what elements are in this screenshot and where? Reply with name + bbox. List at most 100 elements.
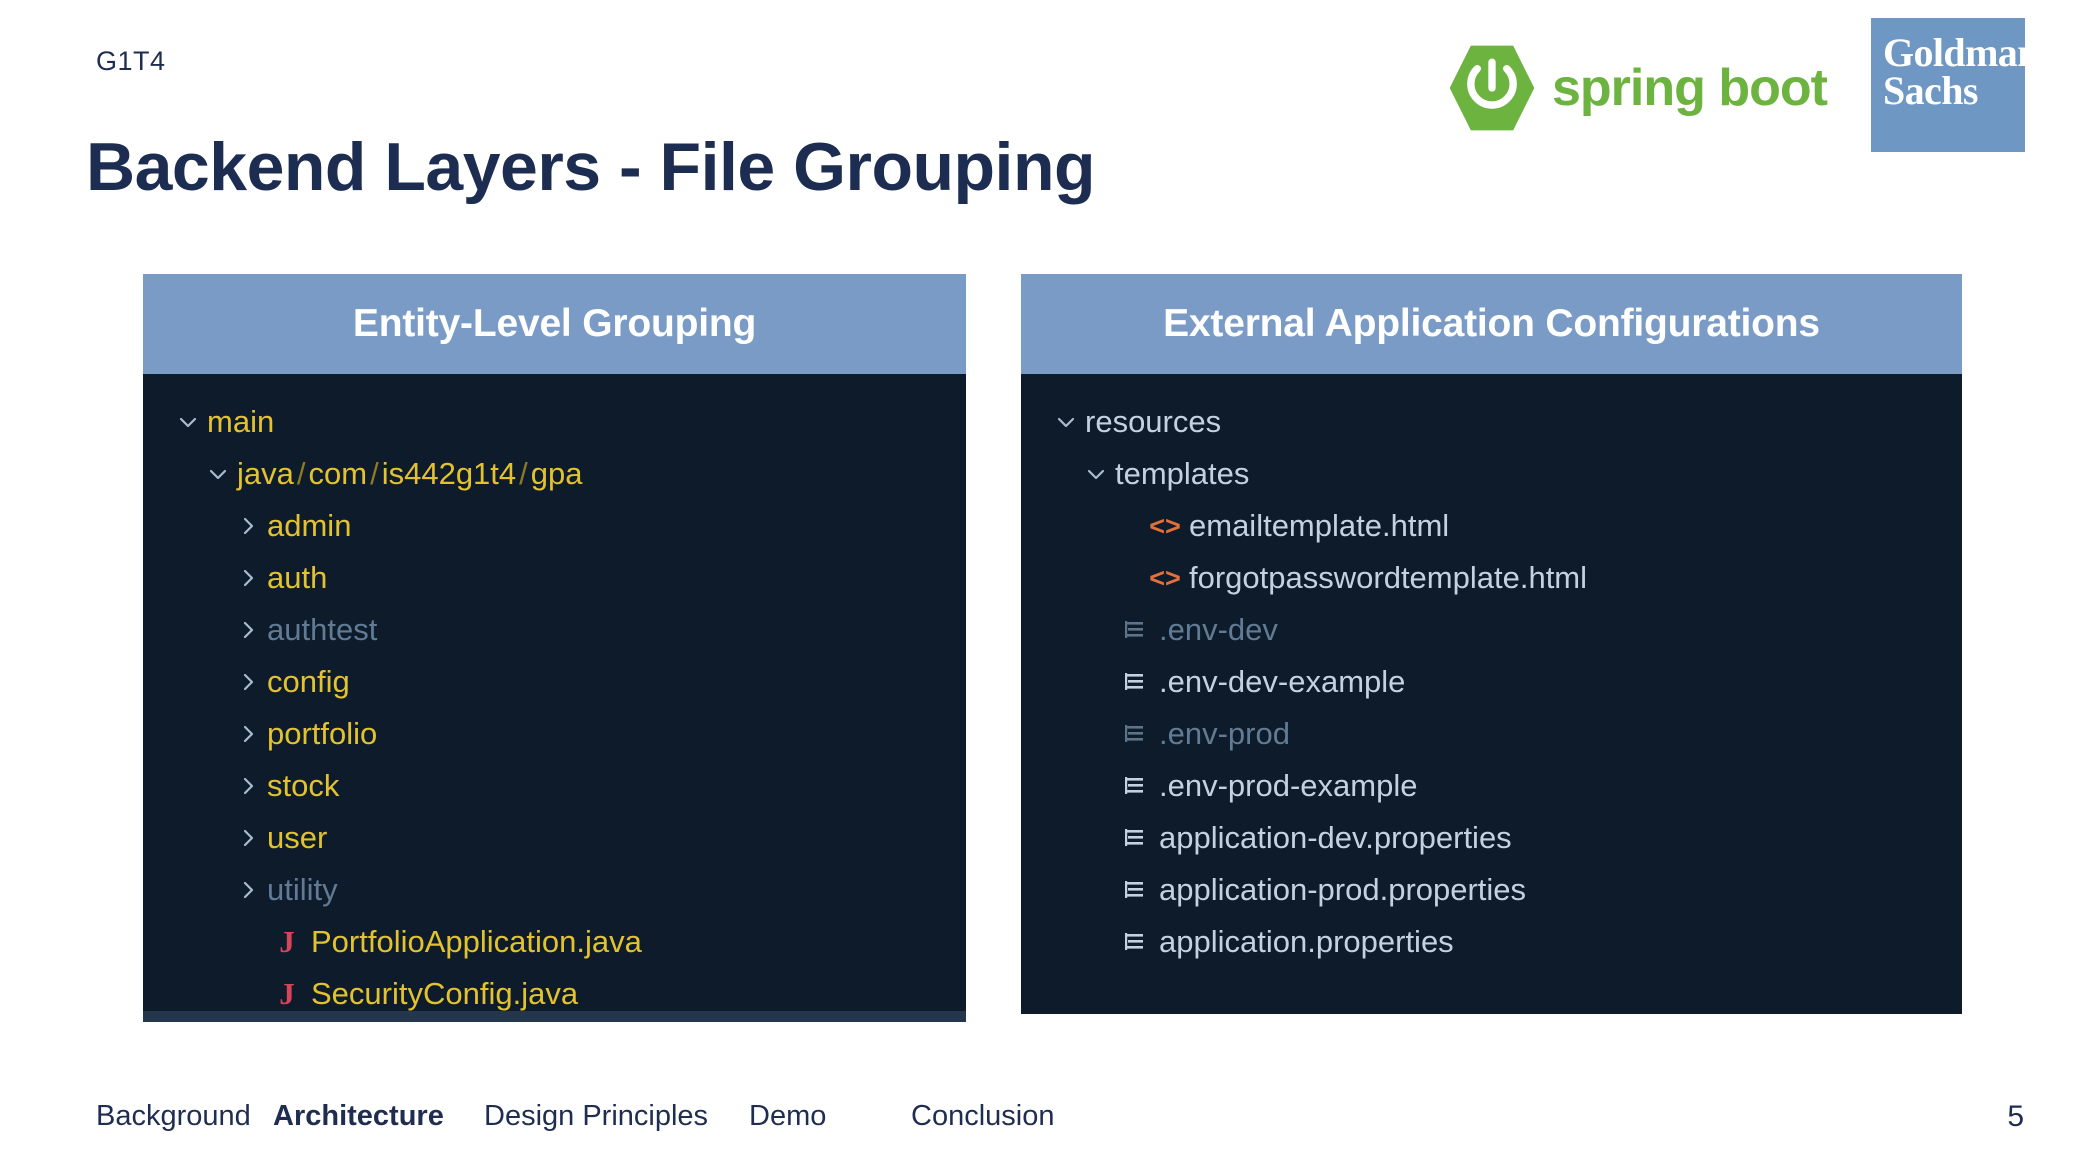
chevron-right-icon[interactable] xyxy=(237,879,259,901)
chevron-right-toggle[interactable] xyxy=(231,879,265,901)
chevron-right-icon[interactable] xyxy=(237,827,259,849)
file-tree-entity-level-grouping[interactable]: main java/com/is442g1t4/gpa admin auth autht… xyxy=(143,374,966,1022)
chevron-down-icon[interactable] xyxy=(177,411,199,433)
config-file-icon xyxy=(1125,829,1143,846)
html-file-icon: <> xyxy=(1149,562,1181,593)
config-file-icon xyxy=(1125,673,1143,690)
goldman-sachs-logo: Goldman Sachs xyxy=(1871,18,2039,152)
tree-row[interactable]: config xyxy=(143,656,966,708)
config-file-icon xyxy=(1125,933,1143,950)
tree-row[interactable]: templates xyxy=(1021,448,1962,500)
tree-row-label: user xyxy=(267,820,328,855)
footer-nav-architecture[interactable]: Architecture xyxy=(273,1100,444,1133)
chevron-right-toggle[interactable] xyxy=(231,567,265,589)
html-file-icon-cell: <> xyxy=(1143,511,1187,542)
tree-row[interactable]: .env-prod-example xyxy=(1021,760,1962,812)
config-file-icon-cell xyxy=(1113,671,1157,693)
java-file-icon-cell: J xyxy=(265,976,309,1012)
slide-tag: G1T4 xyxy=(96,46,166,76)
chevron-down-toggle[interactable] xyxy=(1079,463,1113,485)
tree-row-label: application-dev.properties xyxy=(1159,820,1512,855)
path-separator: / xyxy=(370,456,379,491)
footer-nav-background[interactable]: Background xyxy=(96,1100,251,1133)
tree-row[interactable]: java/com/is442g1t4/gpa xyxy=(143,448,966,500)
chevron-right-toggle[interactable] xyxy=(231,671,265,693)
chevron-right-toggle[interactable] xyxy=(231,619,265,641)
goldman-sachs-line1: Goldman xyxy=(1883,30,2039,75)
chevron-down-icon[interactable] xyxy=(1085,463,1107,485)
path-segment: java xyxy=(237,456,294,491)
chevron-right-icon[interactable] xyxy=(237,775,259,797)
footer-nav-design-principles[interactable]: Design Principles xyxy=(484,1100,708,1133)
path-segment: is442g1t4 xyxy=(381,456,517,491)
tree-row[interactable]: application-prod.properties xyxy=(1021,864,1962,916)
chevron-right-icon[interactable] xyxy=(237,619,259,641)
tree-row[interactable]: resources xyxy=(1021,396,1962,448)
tree-row-label: stock xyxy=(267,768,340,803)
tree-row-label: main xyxy=(207,404,275,439)
config-file-icon-cell xyxy=(1113,723,1157,745)
config-file-icon-cell xyxy=(1113,879,1157,901)
tree-row-label: admin xyxy=(267,508,352,543)
tree-row[interactable]: utility xyxy=(143,864,966,916)
tree-row[interactable]: stock xyxy=(143,760,966,812)
panel-entity-level-grouping: Entity-Level Grouping main java/com/is442… xyxy=(143,274,966,1022)
chevron-right-toggle[interactable] xyxy=(231,723,265,745)
tree-row[interactable]: portfolio xyxy=(143,708,966,760)
path-separator: / xyxy=(296,456,306,491)
tree-row[interactable]: application-dev.properties xyxy=(1021,812,1962,864)
chevron-right-toggle[interactable] xyxy=(231,515,265,537)
chevron-right-icon[interactable] xyxy=(237,723,259,745)
tree-row-label: auth xyxy=(267,560,328,595)
tree-row[interactable]: user xyxy=(143,812,966,864)
path-segment: gpa xyxy=(530,456,583,491)
tree-row[interactable]: application.properties xyxy=(1021,916,1962,968)
chevron-right-icon[interactable] xyxy=(237,515,259,537)
page-title: Backend Layers - File Grouping xyxy=(86,129,1096,205)
html-file-icon-cell: <> xyxy=(1143,563,1187,594)
chevron-down-toggle[interactable] xyxy=(1049,411,1083,433)
path-segment: com xyxy=(308,456,368,491)
config-file-icon-cell xyxy=(1113,775,1157,797)
tree-row[interactable]: <> emailtemplate.html xyxy=(1021,500,1962,552)
tree-row[interactable]: auth xyxy=(143,552,966,604)
chevron-right-toggle[interactable] xyxy=(231,827,265,849)
horizontal-scrollbar[interactable] xyxy=(143,1011,966,1022)
config-file-icon xyxy=(1125,621,1143,638)
config-file-icon-cell xyxy=(1113,827,1157,849)
tree-row-label: .env-dev-example xyxy=(1159,664,1406,699)
footer-nav-conclusion[interactable]: Conclusion xyxy=(911,1100,1054,1133)
tree-row[interactable]: authtest xyxy=(143,604,966,656)
config-file-icon xyxy=(1125,725,1143,742)
config-file-icon-cell xyxy=(1113,931,1157,953)
page-number: 5 xyxy=(2007,1100,2024,1133)
chevron-down-toggle[interactable] xyxy=(171,411,205,433)
config-file-icon xyxy=(1125,777,1143,794)
tree-row-label: config xyxy=(267,664,350,699)
chevron-right-icon[interactable] xyxy=(237,671,259,693)
file-tree-external-application-configurations[interactable]: resources templates <> emailtemplate.html <>… xyxy=(1021,374,1962,1014)
footer-navigation[interactable]: Background Architecture Design Principles D… xyxy=(96,1100,1296,1140)
tree-row[interactable]: .env-prod xyxy=(1021,708,1962,760)
tree-row[interactable]: admin xyxy=(143,500,966,552)
tree-row[interactable]: J PortfolioApplication.java xyxy=(143,916,966,968)
chevron-right-toggle[interactable] xyxy=(231,775,265,797)
tree-row-label: portfolio xyxy=(267,716,378,751)
tree-row[interactable]: .env-dev-example xyxy=(1021,656,1962,708)
tree-row-label: java/com/is442g1t4/gpa xyxy=(235,456,583,492)
tree-row[interactable]: <> forgotpasswordtemplate.html xyxy=(1021,552,1962,604)
java-file-icon: J xyxy=(279,924,295,959)
chevron-right-icon[interactable] xyxy=(237,567,259,589)
chevron-down-icon[interactable] xyxy=(207,463,229,485)
chevron-down-toggle[interactable] xyxy=(201,463,235,485)
chevron-down-icon[interactable] xyxy=(1055,411,1077,433)
tree-row-label: .env-prod-example xyxy=(1159,768,1418,803)
config-file-icon xyxy=(1125,881,1143,898)
tree-row[interactable]: main xyxy=(143,396,966,448)
tree-row-label: .env-prod xyxy=(1159,716,1290,751)
goldman-sachs-line2: Sachs xyxy=(1883,68,1978,114)
tree-row-label: authtest xyxy=(267,612,378,647)
footer-nav-demo[interactable]: Demo xyxy=(749,1100,826,1133)
tree-row-label: PortfolioApplication.java xyxy=(311,924,642,959)
tree-row[interactable]: .env-dev xyxy=(1021,604,1962,656)
